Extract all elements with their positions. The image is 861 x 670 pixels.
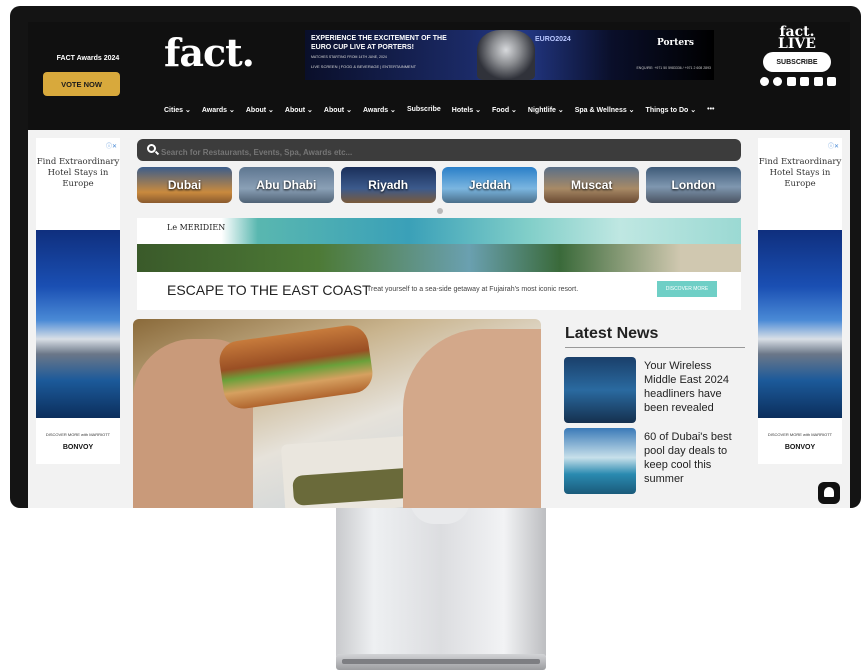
- news-item[interactable]: 60 of Dubai's best pool day deals to kee…: [564, 428, 749, 494]
- news-divider: [565, 347, 745, 348]
- banner-headline: EXPERIENCE THE EXCITEMENT OF THE EURO CU…: [311, 35, 447, 51]
- tiktok-icon[interactable]: [786, 77, 796, 86]
- side-ad-brand: BONVOY: [784, 444, 816, 451]
- awards-title: FACT Awards 2024: [56, 55, 120, 62]
- ad-close-icon[interactable]: ⓘ✕: [828, 141, 839, 150]
- hand-image-right: [403, 329, 541, 508]
- banner-features: LIVE SCREEN | FOOD & BEVERAGE | ENTERTAI…: [311, 64, 417, 69]
- site-header: FACT Awards 2024 VOTE NOW fact. EXPERIEN…: [28, 22, 850, 130]
- city-card-jeddah[interactable]: Jeddah: [442, 167, 538, 203]
- euro-logo: EURO2024: [535, 36, 571, 43]
- side-ad-text: Find Extraordinary Hotel Stays in Europe: [758, 157, 842, 189]
- side-ad-image: [36, 230, 120, 418]
- le-meridien-ad[interactable]: Le MERIDIEN ESCAPE TO THE EAST COAST Tre…: [137, 218, 741, 310]
- side-ad-discover: DISCOVER MORE with MARRIOTT: [45, 432, 111, 437]
- nav-things-to-do[interactable]: Things to Do ⌄: [646, 106, 697, 122]
- news-item-title: 60 of Dubai's best pool day deals to kee…: [644, 431, 732, 485]
- threads-icon[interactable]: [800, 77, 810, 86]
- banner-enquire: ENQUIRE: +971 50 5983336 / +971 2 608 28…: [636, 66, 711, 70]
- city-card-london[interactable]: London: [645, 167, 741, 203]
- nav-about-3[interactable]: About ⌄: [324, 106, 352, 122]
- hero-article-image[interactable]: [133, 319, 541, 508]
- left-side-ad[interactable]: ⓘ✕ Find Extraordinary Hotel Stays in Eur…: [36, 138, 120, 464]
- notification-bell-icon[interactable]: [818, 482, 840, 504]
- carousel-dot[interactable]: [437, 208, 443, 214]
- nav-nightlife[interactable]: Nightlife ⌄: [528, 106, 564, 122]
- side-ad-image: [758, 230, 842, 418]
- city-card-abu-dhabi[interactable]: Abu Dhabi: [238, 167, 334, 203]
- city-card-dubai[interactable]: Dubai: [137, 167, 232, 203]
- city-carousel: Dubai Abu Dhabi Riyadh Jeddah Muscat Lon…: [137, 167, 741, 203]
- news-thumbnail: [564, 357, 636, 423]
- trophy-image: [477, 30, 535, 80]
- side-ad-brand: BONVOY: [62, 444, 94, 451]
- subscribe-button[interactable]: SUBSCRIBE: [763, 52, 831, 72]
- porters-logo: Porters: [657, 38, 694, 48]
- page-content: ⓘ✕ Find Extraordinary Hotel Stays in Eur…: [28, 130, 850, 508]
- stand-base: [336, 654, 546, 670]
- promo-headline: ESCAPE TO THE EAST COAST: [167, 282, 371, 298]
- side-ad-text: Find Extraordinary Hotel Stays in Europe: [36, 157, 120, 189]
- nav-food[interactable]: Food ⌄: [492, 106, 517, 122]
- resort-image-lower: [137, 244, 741, 272]
- discover-more-button[interactable]: DISCOVER MORE: [657, 281, 717, 297]
- browser-screen: FACT Awards 2024 VOTE NOW fact. EXPERIEN…: [28, 22, 850, 508]
- linkedin-icon[interactable]: [826, 77, 836, 86]
- city-card-riyadh[interactable]: Riyadh: [340, 167, 436, 203]
- nav-cities[interactable]: Cities ⌄: [164, 106, 191, 122]
- promo-subtext: Treat yourself to a sea-side getaway at …: [367, 286, 579, 293]
- banner-dates: MATCHES STARTING FROM 14TH JUNE, 2024: [311, 55, 387, 59]
- euro-cup-banner-ad[interactable]: EXPERIENCE THE EXCITEMENT OF THE EURO CU…: [305, 30, 714, 80]
- facebook-icon[interactable]: [760, 77, 769, 86]
- vote-now-button[interactable]: VOTE NOW: [43, 72, 120, 96]
- nav-more[interactable]: •••: [707, 106, 714, 122]
- main-nav: Cities ⌄ Awards ⌄ About ⌄ About ⌄ About …: [164, 106, 715, 122]
- news-item[interactable]: Your Wireless Middle East 2024 headliner…: [564, 357, 749, 423]
- nav-about[interactable]: About ⌄: [246, 106, 274, 122]
- fact-live-logo[interactable]: fact. LIVE: [764, 25, 830, 52]
- instagram-icon[interactable]: [773, 77, 783, 86]
- live-logo-line2: LIVE: [778, 36, 816, 52]
- youtube-icon[interactable]: [813, 77, 823, 86]
- nav-awards[interactable]: Awards ⌄: [202, 106, 235, 122]
- monitor-stand: [336, 506, 546, 656]
- news-item-title: Your Wireless Middle East 2024 headliner…: [644, 360, 729, 414]
- nav-spa-wellness[interactable]: Spa & Wellness ⌄: [575, 106, 635, 122]
- ad-close-icon[interactable]: ⓘ✕: [106, 141, 117, 150]
- social-links: [760, 77, 836, 86]
- nav-about-2[interactable]: About ⌄: [285, 106, 313, 122]
- right-side-ad[interactable]: ⓘ✕ Find Extraordinary Hotel Stays in Eur…: [758, 138, 842, 464]
- nav-hotels[interactable]: Hotels ⌄: [452, 106, 481, 122]
- search-input[interactable]: [137, 139, 741, 161]
- search-icon: [147, 144, 156, 153]
- news-thumbnail: [564, 428, 636, 494]
- city-card-muscat[interactable]: Muscat: [544, 167, 640, 203]
- nav-awards-2[interactable]: Awards ⌄: [363, 106, 396, 122]
- sandwich-image: [216, 322, 376, 412]
- latest-news-heading: Latest News: [565, 325, 659, 342]
- meridien-logo: Le MERIDIEN: [167, 223, 226, 232]
- site-logo[interactable]: fact.: [164, 30, 255, 75]
- nav-subscribe[interactable]: Subscribe: [407, 106, 441, 122]
- side-ad-discover: DISCOVER MORE with MARRIOTT: [767, 432, 833, 437]
